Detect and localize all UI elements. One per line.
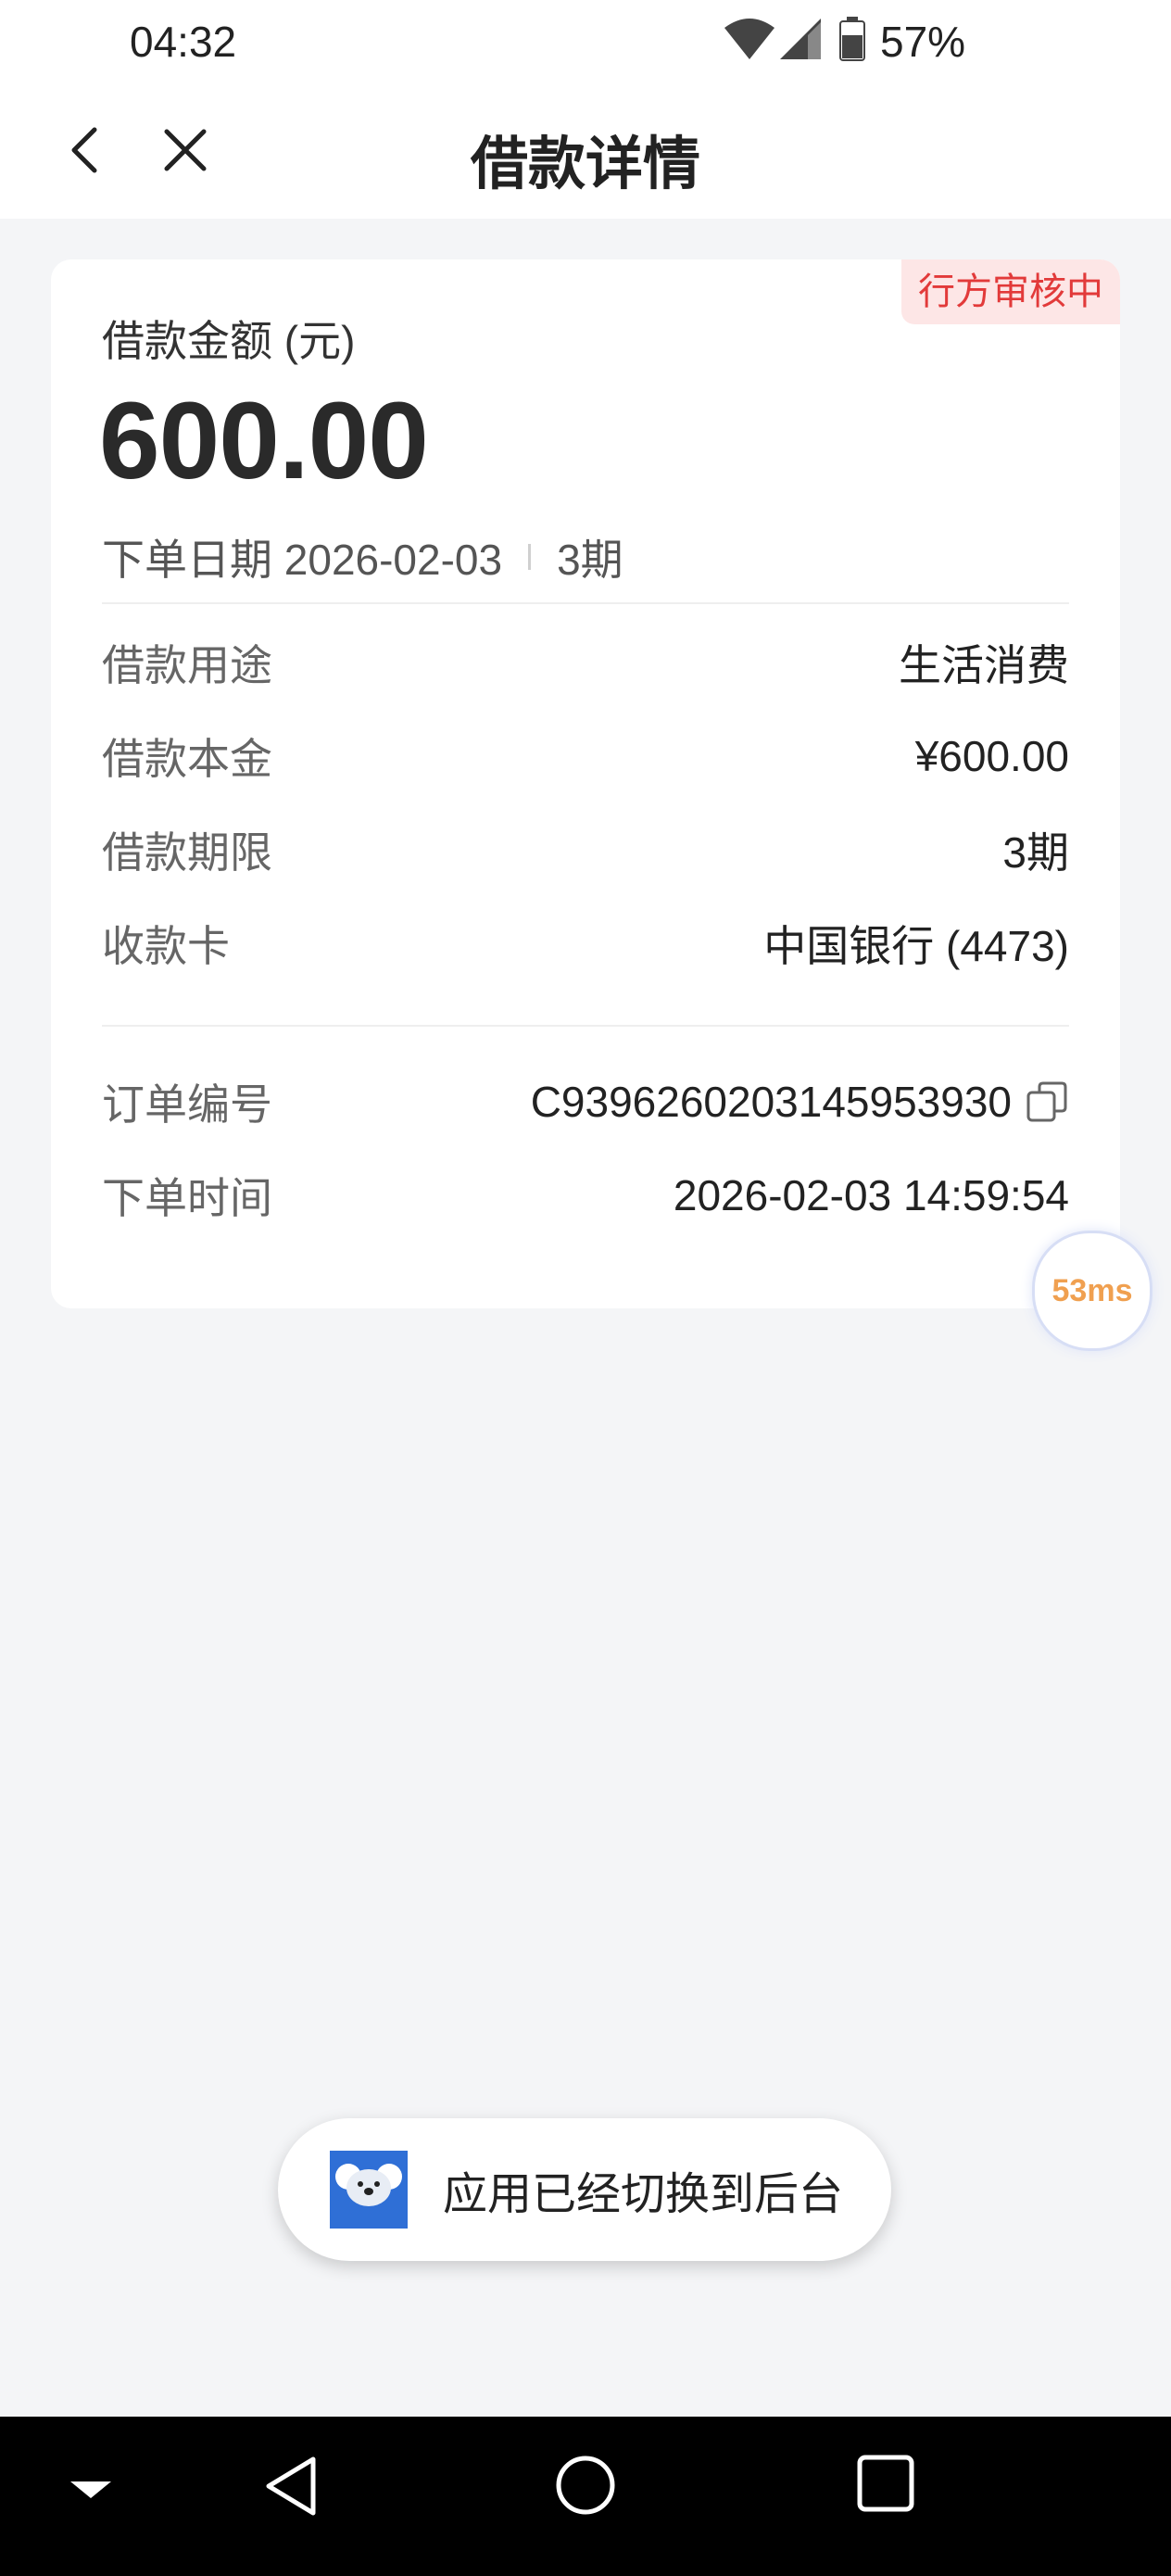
background-switch-toast: 应用已经切换到后台 xyxy=(278,2118,891,2261)
detail-label: 订单编号 xyxy=(102,1080,272,1129)
page-title: 借款详情 xyxy=(470,133,700,196)
divider xyxy=(102,602,1069,604)
detail-row-receiving-card: 收款卡 中国银行 (4473) xyxy=(102,911,1069,976)
app-logo xyxy=(330,2151,408,2229)
navigation-bar: 借款详情 xyxy=(0,83,1171,219)
system-navigation-bar xyxy=(0,2417,1171,2576)
loan-term: 3期 xyxy=(557,536,623,584)
battery-icon xyxy=(839,17,865,66)
order-date: 下单日期 2026-02-03 xyxy=(102,536,503,584)
battery-percent: 57% xyxy=(880,18,966,66)
recents-nav-button[interactable] xyxy=(856,2454,915,2518)
detail-label: 下单时间 xyxy=(102,1174,272,1222)
copy-icon[interactable] xyxy=(1025,1080,1069,1124)
triangle-back-icon xyxy=(266,2456,316,2516)
home-nav-button[interactable] xyxy=(554,2454,617,2521)
chevron-down-icon xyxy=(70,2481,111,2498)
detail-value: 中国银行 (4473) xyxy=(763,922,1069,970)
collapse-keyboard-button[interactable] xyxy=(69,2478,113,2507)
detail-row-order-number: 订单编号 C9396260203145953930 xyxy=(102,1069,1069,1134)
status-badge: 行方审核中 xyxy=(901,259,1120,324)
cellular-signal-icon xyxy=(780,19,821,64)
divider xyxy=(102,1025,1069,1027)
detail-row-purpose: 借款用途 生活消费 xyxy=(102,630,1069,695)
toast-message: 应用已经切换到后台 xyxy=(443,2170,844,2219)
circle-home-icon xyxy=(556,2456,615,2515)
back-nav-button[interactable] xyxy=(261,2454,321,2523)
detail-value: ¥600.00 xyxy=(914,732,1069,780)
status-time: 04:32 xyxy=(130,18,237,66)
detail-value: 生活消费 xyxy=(899,641,1069,689)
square-recents-icon xyxy=(857,2455,914,2512)
wifi-icon xyxy=(724,19,774,64)
detail-label: 借款本金 xyxy=(102,735,272,783)
order-number-value: C9396260203145953930 xyxy=(530,1078,1012,1126)
amount-label: 借款金额 (元) xyxy=(102,317,356,365)
detail-value: 2026-02-03 14:59:54 xyxy=(673,1171,1069,1219)
latency-badge[interactable]: 53ms xyxy=(1032,1231,1152,1351)
separator xyxy=(528,544,532,570)
amount-value: 600.00 xyxy=(99,380,429,502)
detail-row-term: 借款期限 3期 xyxy=(102,817,1069,882)
order-summary-line: 下单日期 2026-02-03 3期 xyxy=(102,526,623,587)
detail-label: 借款期限 xyxy=(102,828,272,877)
loan-detail-card: 行方审核中 借款金额 (元) 600.00 下单日期 2026-02-03 3期… xyxy=(51,259,1120,1308)
detail-value: 3期 xyxy=(1002,828,1069,877)
detail-label: 借款用途 xyxy=(102,641,272,689)
detail-row-order-time: 下单时间 2026-02-03 14:59:54 xyxy=(102,1163,1069,1228)
status-bar: 04:32 57% xyxy=(0,0,1171,83)
detail-label: 收款卡 xyxy=(102,922,230,970)
detail-row-principal: 借款本金 ¥600.00 xyxy=(102,724,1069,789)
